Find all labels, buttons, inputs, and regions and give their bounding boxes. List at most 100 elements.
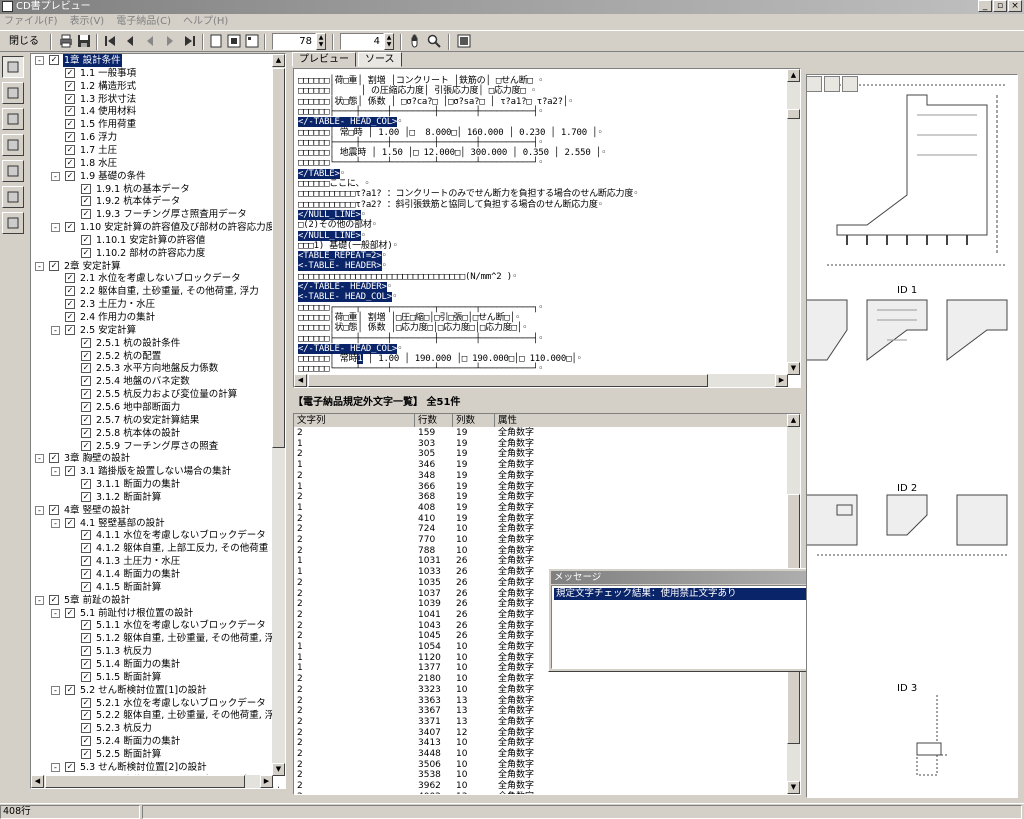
- tree-expander[interactable]: -: [51, 223, 60, 233]
- scroll-down-arrow[interactable]: ▼: [272, 763, 285, 776]
- list-row[interactable]: 2 3363 13 全角数字: [294, 696, 789, 707]
- tree-checkbox[interactable]: ✓: [65, 80, 75, 91]
- next-page-icon[interactable]: [162, 33, 178, 49]
- page-fit-icon[interactable]: [244, 33, 260, 49]
- tree-checkbox[interactable]: ✓: [81, 414, 91, 425]
- tree-expander[interactable]: -: [35, 56, 44, 65]
- list-row[interactable]: 1 366 19 全角数字: [294, 482, 789, 493]
- doc-icon[interactable]: [2, 186, 24, 208]
- list-row[interactable]: 1 408 19 全角数字: [294, 503, 789, 514]
- tree-checkbox[interactable]: ✓: [81, 569, 91, 579]
- tree-checkbox[interactable]: ✓: [65, 222, 75, 233]
- list-row[interactable]: 2 724 10 全角数字: [294, 524, 789, 535]
- minimize-button[interactable]: _: [978, 0, 992, 12]
- tree-checkbox[interactable]: ✓: [65, 517, 75, 528]
- tree-checkbox[interactable]: ✓: [81, 440, 91, 451]
- tree-expander[interactable]: -: [51, 685, 60, 695]
- tree-checkbox[interactable]: ✓: [81, 209, 91, 220]
- list-row[interactable]: 2 3413 10 全角数字: [294, 738, 789, 749]
- scroll-thumb[interactable]: [272, 68, 285, 448]
- scroll-right-arrow[interactable]: ▶: [260, 775, 273, 788]
- col-header-attribute[interactable]: 属性: [495, 414, 789, 427]
- tree-expander[interactable]: -: [35, 595, 44, 605]
- scroll-down-arrow[interactable]: ▼: [787, 781, 800, 794]
- list-row[interactable]: 1 303 19 全角数字: [294, 439, 789, 450]
- list-row[interactable]: 2 159 19 全角数字: [294, 428, 789, 439]
- tree-checkbox[interactable]: ✓: [65, 324, 75, 335]
- tree-checkbox[interactable]: ✓: [65, 761, 75, 772]
- tab-source[interactable]: ソース: [358, 52, 402, 67]
- tree-checkbox[interactable]: ✓: [81, 620, 91, 631]
- page-spinner[interactable]: ▲ ▼: [316, 33, 326, 50]
- tree-checkbox[interactable]: ✓: [81, 710, 91, 721]
- edit-icon[interactable]: [2, 134, 24, 156]
- first-page-icon[interactable]: [102, 33, 118, 49]
- tree-checkbox[interactable]: ✓: [81, 389, 91, 400]
- menu-view[interactable]: 表示(V): [70, 14, 105, 30]
- tree-checkbox[interactable]: ✓: [81, 376, 91, 387]
- tree-checkbox[interactable]: ✓: [65, 93, 75, 104]
- list-row[interactable]: 2 4002 13 全角数字: [294, 792, 789, 794]
- tree-checkbox[interactable]: ✓: [81, 556, 91, 567]
- source-pane[interactable]: □□□□□□│荷□重│ 割増 │コンクリート │鉄筋の│ □せん断□ ◦ □□□□…: [293, 68, 801, 388]
- scroll-thumb[interactable]: [787, 109, 800, 119]
- list-row[interactable]: 2 368 19 全角数字: [294, 492, 789, 503]
- tree-checkbox[interactable]: ✓: [65, 170, 75, 181]
- tree-expander[interactable]: -: [51, 608, 60, 618]
- tree-checkbox[interactable]: ✓: [81, 671, 91, 682]
- tree-vertical-scrollbar[interactable]: ▲ ▼: [272, 54, 285, 776]
- list-row[interactable]: 2 3407 12 全角数字: [294, 728, 789, 739]
- scroll-thumb[interactable]: [308, 374, 708, 387]
- scroll-thumb[interactable]: [45, 775, 245, 788]
- save-icon[interactable]: [76, 33, 92, 49]
- scroll-up-arrow[interactable]: ▲: [787, 69, 800, 82]
- tree-checkbox[interactable]: ✓: [65, 67, 75, 78]
- menu-electronic-delivery[interactable]: 電子納品(C): [116, 14, 171, 30]
- last-page-icon[interactable]: [182, 33, 198, 49]
- tab-preview[interactable]: プレビュー: [292, 52, 356, 67]
- close-button[interactable]: 閉じる: [4, 33, 44, 51]
- prev-icon[interactable]: [142, 33, 158, 49]
- list-row[interactable]: 2 3323 10 全角数字: [294, 685, 789, 696]
- tree-checkbox[interactable]: ✓: [81, 479, 91, 490]
- tree-checkbox[interactable]: ✓: [81, 196, 91, 207]
- scroll-left-arrow[interactable]: ◀: [31, 775, 44, 788]
- tree-checkbox[interactable]: ✓: [81, 658, 91, 669]
- pen-icon[interactable]: [2, 56, 24, 78]
- zoom-icon[interactable]: [426, 33, 442, 49]
- list-row[interactable]: 2 3371 13 全角数字: [294, 717, 789, 728]
- tree-checkbox[interactable]: ✓: [81, 350, 91, 361]
- tree-checkbox[interactable]: ✓: [81, 697, 91, 708]
- list-row[interactable]: 2 3506 10 全角数字: [294, 760, 789, 771]
- drawing-save-icon[interactable]: [806, 76, 822, 92]
- export-icon[interactable]: [456, 33, 472, 49]
- drawing-panel[interactable]: ID 1 ID 2 ID 3: [806, 74, 1018, 798]
- tree-checkbox[interactable]: ✓: [65, 312, 75, 322]
- tree-checkbox[interactable]: ✓: [49, 260, 59, 271]
- tree-expander[interactable]: -: [35, 261, 44, 271]
- tree-expander[interactable]: -: [51, 171, 60, 181]
- tree-checkbox[interactable]: ✓: [81, 543, 91, 554]
- list-row[interactable]: 2 2180 10 全角数字: [294, 674, 789, 685]
- list-row[interactable]: 2 3538 10 全角数字: [294, 770, 789, 781]
- tree-checkbox[interactable]: ✓: [65, 299, 75, 310]
- scroll-left-arrow[interactable]: ◀: [294, 374, 307, 387]
- list-row[interactable]: 2 770 10 全角数字: [294, 535, 789, 546]
- tree-checkbox[interactable]: ✓: [81, 723, 91, 734]
- drawing-export-icon[interactable]: [842, 76, 858, 92]
- chapter-tree[interactable]: - ✓ 1章 設計条件 ✓ 1.1 一般事項 ✓ 1.2 構造形式 ✓ 1.3 形状寸法 ✓ 1.4…: [30, 53, 286, 789]
- tree-checkbox[interactable]: ✓: [81, 633, 91, 644]
- tree-checkbox[interactable]: ✓: [81, 183, 91, 194]
- list-row[interactable]: 2 305 19 全角数字: [294, 449, 789, 460]
- tree-checkbox[interactable]: ✓: [81, 646, 91, 657]
- tree-checkbox[interactable]: ✓: [81, 530, 91, 541]
- list-row[interactable]: 1 1031 26 全角数字: [294, 556, 789, 567]
- tree-checkbox[interactable]: ✓: [65, 144, 75, 155]
- scroll-down-arrow[interactable]: ▼: [787, 362, 800, 375]
- list-row[interactable]: 2 348 19 全角数字: [294, 471, 789, 482]
- single-page-icon[interactable]: [208, 33, 224, 49]
- tree-checkbox[interactable]: ✓: [81, 491, 91, 502]
- tree-checkbox[interactable]: ✓: [65, 607, 75, 618]
- tree-expander[interactable]: -: [35, 454, 44, 464]
- source-vertical-scrollbar[interactable]: ▲ ▼: [787, 69, 800, 375]
